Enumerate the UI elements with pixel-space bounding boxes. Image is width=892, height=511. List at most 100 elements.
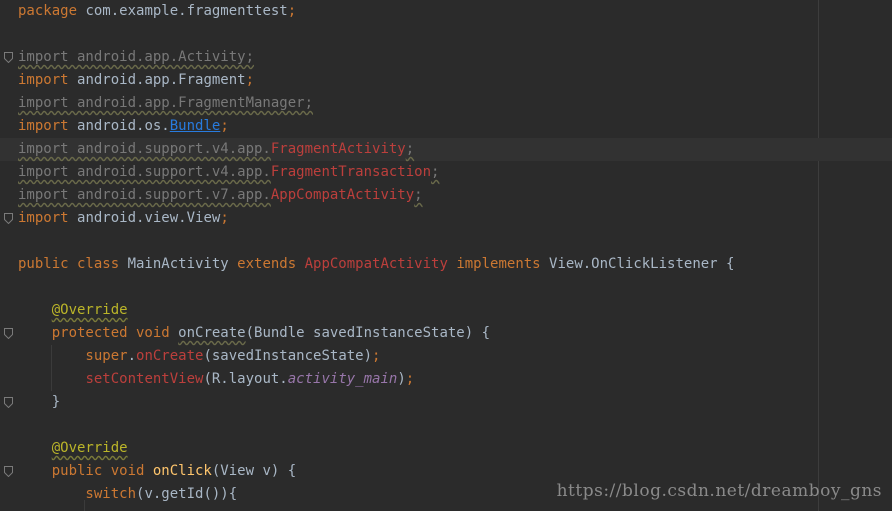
code-line[interactable]: import android.support.v4.app.FragmentAc… xyxy=(0,138,892,161)
code-token: public class xyxy=(18,256,128,272)
code-token: (Bundle savedInstanceState) { xyxy=(245,325,491,341)
code-token: protected void xyxy=(18,325,179,341)
code-token: (savedInstanceState) xyxy=(203,348,373,364)
code-text: } xyxy=(18,391,60,414)
code-token: android.app.Fragment xyxy=(77,72,246,88)
code-line[interactable] xyxy=(0,414,892,437)
code-text: package com.example.fragmenttest; xyxy=(18,0,296,23)
code-token: } xyxy=(18,394,61,410)
code-token: ; xyxy=(220,210,229,226)
code-token: (v.getId()){ xyxy=(136,486,238,502)
code-token: AppCompatActivity xyxy=(270,187,415,203)
code-line[interactable]: @Override xyxy=(0,299,892,322)
code-token: import xyxy=(18,72,78,88)
code-line[interactable]: } xyxy=(0,391,892,414)
code-token: onCreate xyxy=(178,325,246,341)
code-token: FragmentTransaction xyxy=(270,164,432,180)
code-token: import android.support.v4.app. xyxy=(18,141,271,157)
code-line[interactable]: package com.example.fragmenttest; xyxy=(0,0,892,23)
code-token: FragmentActivity xyxy=(270,141,406,157)
code-text: import android.support.v7.app.AppCompatA… xyxy=(18,184,423,207)
code-token: ; xyxy=(287,3,297,19)
watermark-text: https://blog.csdn.net/dreamboy_gns xyxy=(556,481,882,501)
code-text: @Override xyxy=(18,299,128,322)
code-token: implements xyxy=(456,256,550,272)
code-line[interactable] xyxy=(0,230,892,253)
code-line[interactable]: import android.app.Activity; xyxy=(0,46,892,69)
code-line[interactable]: public void onClick(View v) { xyxy=(0,460,892,483)
code-token: package xyxy=(18,3,86,19)
code-token: activity_main xyxy=(287,371,398,387)
code-token: View.OnClickListener { xyxy=(549,256,735,272)
code-line[interactable]: import android.app.Fragment; xyxy=(0,69,892,92)
code-token: android.os. xyxy=(77,118,170,134)
code-token: public void xyxy=(18,463,153,479)
code-token: ; xyxy=(372,348,381,364)
code-text: import android.app.FragmentManager; xyxy=(18,92,313,115)
code-text: setContentView(R.layout.activity_main); xyxy=(18,368,414,391)
code-token: com.example.fragmenttest xyxy=(85,3,288,19)
code-token: AppCompatActivity xyxy=(304,256,457,272)
code-token: android.view.View xyxy=(77,210,221,226)
code-token: onClick xyxy=(152,463,212,479)
code-token: ; xyxy=(405,141,415,157)
code-token: ) xyxy=(397,371,406,387)
code-text: @Override xyxy=(18,437,128,460)
fold-marker-icon[interactable] xyxy=(4,213,13,224)
code-token: ; xyxy=(220,118,229,134)
code-line[interactable]: super.onCreate(savedInstanceState); xyxy=(0,345,892,368)
code-line[interactable] xyxy=(0,276,892,299)
code-token: import xyxy=(18,118,78,134)
code-line[interactable]: import android.support.v7.app.AppCompatA… xyxy=(0,184,892,207)
code-text: import android.view.View; xyxy=(18,207,229,230)
code-text: super.onCreate(savedInstanceState); xyxy=(18,345,380,368)
code-token: ; xyxy=(405,371,415,387)
code-text: protected void onCreate(Bundle savedInst… xyxy=(18,322,490,345)
code-line[interactable]: import android.view.View; xyxy=(0,207,892,230)
code-text: import android.support.v4.app.FragmentTr… xyxy=(18,161,439,184)
fold-marker-icon[interactable] xyxy=(4,397,13,408)
code-text: public class MainActivity extends AppCom… xyxy=(18,253,734,276)
code-token: ; xyxy=(245,72,255,88)
code-text: switch(v.getId()){ xyxy=(18,483,237,506)
code-token: extends xyxy=(237,256,305,272)
code-token: (R.layout. xyxy=(203,371,288,387)
code-token: import android.support.v7.app. xyxy=(18,187,271,203)
code-token: import android.app.Activity; xyxy=(18,49,255,65)
code-line[interactable]: import android.app.FragmentManager; xyxy=(0,92,892,115)
code-line[interactable]: setContentView(R.layout.activity_main); xyxy=(0,368,892,391)
code-token: import xyxy=(18,210,78,226)
code-token: Bundle xyxy=(169,118,221,134)
code-token: ; xyxy=(431,164,440,180)
code-text: import android.support.v4.app.FragmentAc… xyxy=(18,138,414,161)
code-token: . xyxy=(127,348,137,364)
code-line[interactable] xyxy=(0,23,892,46)
code-token: onCreate xyxy=(136,348,204,364)
code-line[interactable]: @Override xyxy=(0,437,892,460)
code-token: (View v) { xyxy=(211,463,297,479)
code-token: import android.app.FragmentManager; xyxy=(18,95,314,111)
code-line[interactable]: public class MainActivity extends AppCom… xyxy=(0,253,892,276)
code-text: public void onClick(View v) { xyxy=(18,460,296,483)
code-text: import android.app.Fragment; xyxy=(18,69,254,92)
code-text: import android.os.Bundle; xyxy=(18,115,229,138)
code-line[interactable]: protected void onCreate(Bundle savedInst… xyxy=(0,322,892,345)
code-token: setContentView xyxy=(85,371,204,387)
code-token: ; xyxy=(414,187,423,203)
fold-marker-icon[interactable] xyxy=(4,52,13,63)
code-token: import android.support.v4.app. xyxy=(18,164,271,180)
code-line[interactable]: import android.os.Bundle; xyxy=(0,115,892,138)
fold-marker-icon[interactable] xyxy=(4,328,13,339)
code-text: import android.app.Activity; xyxy=(18,46,254,69)
code-editor[interactable]: package com.example.fragmenttest; import … xyxy=(0,0,892,511)
code-token: super xyxy=(18,348,128,364)
code-token: @Override xyxy=(51,440,128,456)
fold-marker-icon[interactable] xyxy=(4,466,13,477)
code-token: MainActivity xyxy=(127,256,238,272)
code-line[interactable]: import android.support.v4.app.FragmentTr… xyxy=(0,161,892,184)
code-token: switch xyxy=(18,486,137,502)
code-token: @Override xyxy=(51,302,128,318)
